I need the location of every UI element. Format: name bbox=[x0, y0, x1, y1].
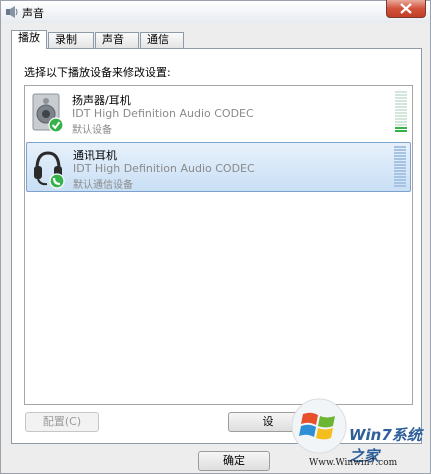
speaker-icon bbox=[32, 93, 64, 133]
tab-playback[interactable]: 播放 bbox=[11, 30, 47, 49]
playback-panel: 选择以下播放设备来修改设置: 扬声器/耳机 IDT High Definitio… bbox=[11, 48, 422, 444]
close-button[interactable] bbox=[386, 0, 426, 18]
device-name: 通讯耳机 bbox=[73, 149, 117, 162]
close-icon bbox=[400, 3, 412, 14]
communication-phone-icon bbox=[49, 173, 65, 189]
tab-label: 声音 bbox=[102, 33, 124, 46]
device-name: 扬声器/耳机 bbox=[72, 94, 131, 107]
window-title: 声音 bbox=[22, 7, 44, 20]
configure-button[interactable]: 配置(C) bbox=[25, 412, 99, 432]
tab-recording[interactable]: 录制 bbox=[48, 32, 94, 48]
device-item-speakers[interactable]: 扬声器/耳机 IDT High Definition Audio CODEC 默… bbox=[26, 88, 411, 138]
watermark-url: Www.Winwin7.com bbox=[309, 458, 398, 468]
tab-label: 播放 bbox=[18, 31, 40, 44]
speaker-icon bbox=[6, 6, 18, 18]
ok-label: 确定 bbox=[223, 454, 245, 467]
title-bar[interactable]: 声音 bbox=[1, 0, 430, 23]
windows-logo-icon bbox=[291, 398, 347, 454]
tab-label: 通信 bbox=[147, 33, 169, 46]
level-meter bbox=[395, 91, 407, 135]
level-meter bbox=[394, 146, 406, 190]
set-default-label: 设 bbox=[262, 415, 274, 428]
device-list[interactable]: 扬声器/耳机 IDT High Definition Audio CODEC 默… bbox=[24, 85, 413, 405]
headset-icon bbox=[34, 151, 65, 189]
watermark: Win7系统之家 Www.Winwin7.com bbox=[287, 396, 430, 474]
device-status: 默认设备 bbox=[72, 125, 112, 136]
tab-communications[interactable]: 通信 bbox=[140, 32, 184, 48]
device-status: 默认通信设备 bbox=[73, 180, 133, 191]
sound-dialog: 声音 播放 录制 声音 通信 选择以下播放设备来修改设置: 扬声器/耳机 IDT… bbox=[0, 0, 431, 474]
device-item-headset[interactable]: 通讯耳机 IDT High Definition Audio CODEC 默认通… bbox=[26, 142, 411, 192]
ok-button[interactable]: 确定 bbox=[198, 451, 270, 471]
configure-label: 配置(C) bbox=[42, 415, 82, 428]
tab-label: 录制 bbox=[55, 33, 77, 46]
device-driver: IDT High Definition Audio CODEC bbox=[73, 162, 255, 175]
device-driver: IDT High Definition Audio CODEC bbox=[72, 107, 254, 120]
instruction-text: 选择以下播放设备来修改设置: bbox=[24, 66, 171, 79]
default-check-icon bbox=[48, 117, 64, 133]
tab-sounds[interactable]: 声音 bbox=[95, 32, 139, 48]
